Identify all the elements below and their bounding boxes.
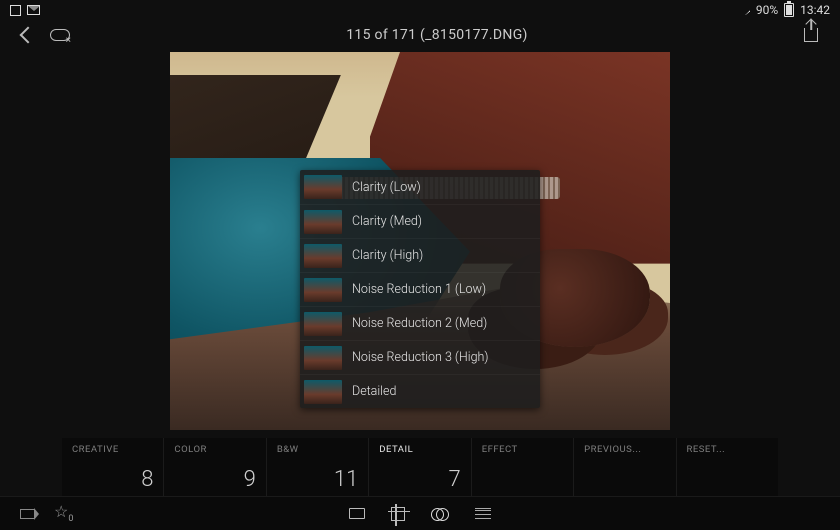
- preset-thumb-icon: [304, 380, 342, 404]
- preset-thumb-icon: [304, 312, 342, 336]
- adjust-button[interactable]: [475, 508, 491, 520]
- wifi-icon: [736, 5, 750, 15]
- preset-thumb-icon: [304, 244, 342, 268]
- page-title: 115 of 171 (_8150177.DNG): [70, 27, 804, 43]
- preset-label: Noise Reduction 2 (Med): [352, 316, 487, 331]
- edit-tabstrip: CREATIVE 8 COLOR 9 B&W 11 DETAIL 7 EFFECT PR…: [62, 438, 778, 496]
- tab-label: B&W: [277, 444, 358, 455]
- tab-label: DETAIL: [379, 444, 460, 455]
- android-statusbar: 90% 13:42: [0, 0, 840, 20]
- tab-reset[interactable]: RESET...: [677, 438, 778, 496]
- battery-icon: [784, 3, 794, 17]
- preset-thumb-icon: [304, 278, 342, 302]
- tab-bw[interactable]: B&W 11: [267, 438, 369, 496]
- tab-label: PREVIOUS...: [584, 444, 665, 455]
- mail-notif-icon: [27, 5, 40, 15]
- preset-item[interactable]: Clarity (High): [300, 238, 540, 272]
- tab-color[interactable]: COLOR 9: [164, 438, 266, 496]
- view-mode-button[interactable]: [349, 508, 365, 519]
- detail-presets-menu: Clarity (Low) Clarity (Med) Clarity (Hig…: [300, 170, 540, 408]
- tab-count: 7: [448, 467, 460, 492]
- back-button[interactable]: [20, 27, 37, 44]
- tab-effect[interactable]: EFFECT: [472, 438, 574, 496]
- preset-label: Detailed: [352, 384, 396, 399]
- preset-item[interactable]: Noise Reduction 3 (High): [300, 340, 540, 374]
- battery-pct: 90%: [756, 3, 778, 17]
- tab-count: 8: [141, 467, 153, 492]
- clock: 13:42: [800, 3, 830, 17]
- tab-label: EFFECT: [482, 444, 563, 455]
- tab-count: 9: [244, 467, 256, 492]
- tab-detail[interactable]: DETAIL 7: [369, 438, 471, 496]
- preset-item[interactable]: Noise Reduction 1 (Low): [300, 272, 540, 306]
- preset-label: Clarity (Low): [352, 180, 421, 195]
- bottom-toolbar: ☆0: [0, 496, 840, 530]
- tab-label: CREATIVE: [72, 444, 153, 455]
- star-rating-button[interactable]: ☆0: [54, 502, 73, 524]
- preset-item[interactable]: Noise Reduction 2 (Med): [300, 306, 540, 340]
- tab-label: COLOR: [174, 444, 255, 455]
- preset-thumb-icon: [304, 210, 342, 234]
- presets-button[interactable]: [431, 508, 449, 520]
- share-button[interactable]: [804, 28, 818, 42]
- cloud-sync-off-icon[interactable]: [50, 29, 70, 41]
- tab-previous[interactable]: PREVIOUS...: [574, 438, 676, 496]
- preset-item[interactable]: Clarity (Low): [300, 170, 540, 204]
- flag-button[interactable]: [20, 509, 34, 519]
- tab-creative[interactable]: CREATIVE 8: [62, 438, 164, 496]
- crop-button[interactable]: [391, 507, 405, 521]
- preset-item[interactable]: Clarity (Med): [300, 204, 540, 238]
- app-topbar: 115 of 171 (_8150177.DNG): [0, 20, 840, 50]
- preset-item[interactable]: Detailed: [300, 374, 540, 408]
- tab-label: RESET...: [687, 444, 768, 455]
- preset-label: Noise Reduction 3 (High): [352, 350, 488, 365]
- preset-thumb-icon: [304, 175, 342, 199]
- tab-count: 11: [334, 467, 358, 492]
- preset-thumb-icon: [304, 346, 342, 370]
- preset-label: Noise Reduction 1 (Low): [352, 282, 486, 297]
- preset-label: Clarity (Med): [352, 214, 422, 229]
- preset-label: Clarity (High): [352, 248, 423, 263]
- image-notif-icon: [10, 5, 21, 16]
